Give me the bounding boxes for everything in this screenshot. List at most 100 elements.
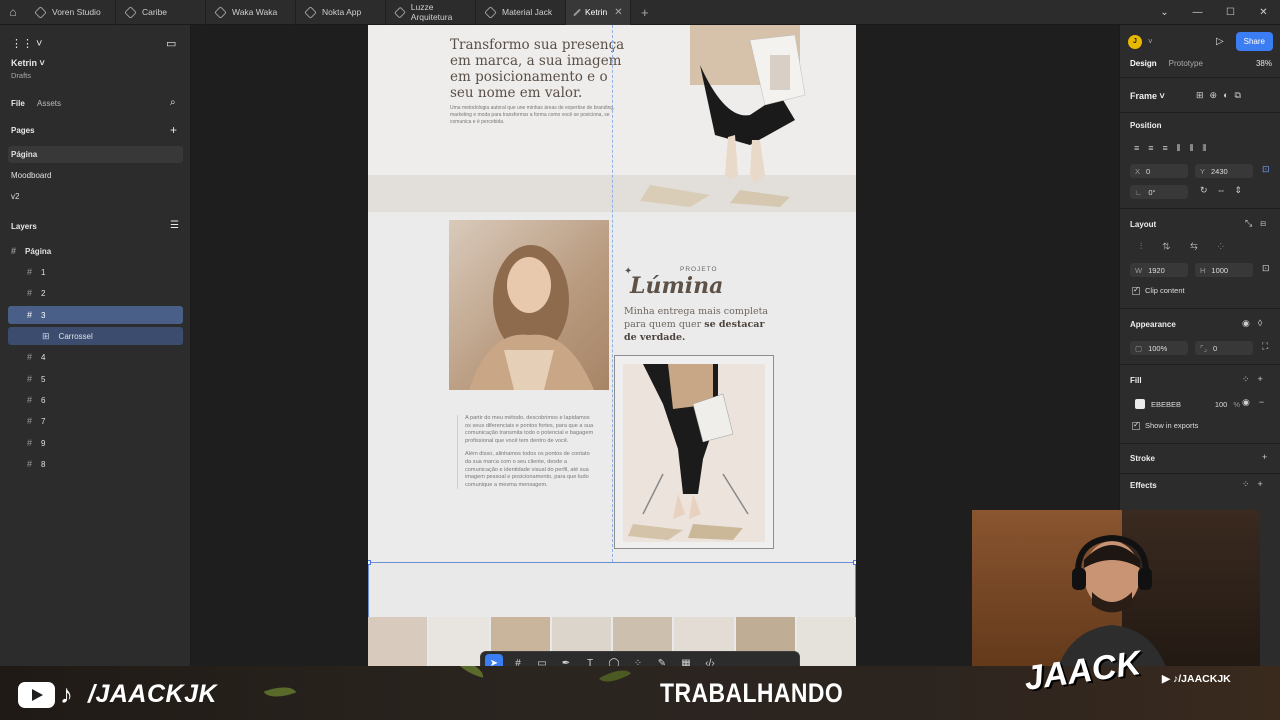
resize-icon[interactable]: ⊡	[1262, 263, 1270, 274]
checkbox-icon[interactable]	[1132, 285, 1140, 296]
minimize-icon[interactable]: —	[1181, 7, 1214, 18]
width-field[interactable]: W 1920	[1130, 263, 1188, 277]
layer-item[interactable]: #5	[8, 370, 183, 388]
height-field[interactable]: H 1000	[1195, 263, 1253, 277]
x-field[interactable]: X0	[1130, 164, 1188, 178]
zoom-level[interactable]: 38%	[1256, 59, 1272, 68]
resize-handle[interactable]	[368, 560, 371, 565]
hero-title[interactable]: Transformo sua presença em marca, a sua …	[450, 37, 625, 101]
y-field[interactable]: Y 2430	[1195, 164, 1253, 178]
layer-root[interactable]: # Página	[8, 242, 183, 260]
share-button[interactable]: Share	[1235, 32, 1273, 51]
tab-luzze-arquitetura[interactable]: Luzze Arquitetura	[386, 0, 476, 25]
fill-opacity[interactable]: 100	[1215, 400, 1228, 409]
present-icon[interactable]: ▷	[1216, 36, 1224, 47]
chevron-down-icon[interactable]: ⌄	[1148, 7, 1181, 18]
layout-icons[interactable]: ⤡⊟	[1245, 218, 1274, 229]
align-icons[interactable]: ≡≡≡⫴⫴⫴	[1134, 143, 1215, 154]
tab-file[interactable]: File	[11, 99, 25, 108]
project-label[interactable]: PROJETO	[680, 266, 718, 273]
design-frame[interactable]: Transformo sua presença em marca, a sua …	[368, 25, 856, 666]
tab-label: Ketrin	[585, 7, 608, 17]
layer-item[interactable]: #1	[8, 263, 183, 281]
hero-photo[interactable]	[630, 25, 820, 212]
tab-material-jack[interactable]: Material Jack	[476, 0, 566, 25]
layers-list-icon[interactable]: ☰	[170, 220, 179, 231]
maximize-icon[interactable]: ☐	[1214, 7, 1247, 18]
rotation-field[interactable]: ∟ 0°	[1130, 185, 1188, 199]
layer-label: 6	[41, 395, 46, 405]
tab-ketrin[interactable]: Ketrin ✕	[566, 0, 631, 25]
layer-item[interactable]: #7	[8, 412, 183, 430]
tab-voren-studio[interactable]: Voren Studio	[26, 0, 116, 25]
layer-item[interactable]: #4	[8, 348, 183, 366]
figma-menu-icon[interactable]: ⋮⋮ ˅	[11, 37, 42, 50]
fill-swatch[interactable]	[1135, 399, 1145, 409]
search-icon[interactable]: ⌕	[170, 97, 176, 108]
frame-icon: #	[27, 395, 33, 405]
layer-item[interactable]: #6	[8, 391, 183, 409]
flip-icons[interactable]: ↻⇔⇕	[1200, 185, 1251, 196]
frame-type[interactable]: Frame ˅	[1130, 91, 1165, 101]
toggle-sidebar-icon[interactable]: ▭	[166, 37, 176, 50]
project-title[interactable]: Lúmina	[630, 273, 723, 299]
page-item-moodboard[interactable]: Moodboard	[8, 167, 183, 184]
show-in-exports-checkbox[interactable]: Show in exports	[1132, 420, 1198, 431]
visibility-icons[interactable]: ◉◊	[1242, 318, 1270, 329]
tab-nokta-app[interactable]: Nokta App	[296, 0, 386, 25]
tab-design[interactable]: Design	[1130, 59, 1157, 68]
page-item-v2[interactable]: v2	[8, 188, 183, 205]
page-item-pagina[interactable]: Página	[8, 146, 183, 163]
file-icon	[214, 5, 227, 19]
status-text: TRABALHANDO	[660, 678, 844, 708]
layer-item[interactable]: #9	[8, 434, 183, 452]
layer-item-selected[interactable]: #3	[8, 306, 183, 324]
new-tab-icon[interactable]: +	[631, 5, 659, 20]
constraints-icon[interactable]: ⊡	[1262, 164, 1270, 175]
layer-item[interactable]: #2	[8, 284, 183, 302]
fill-actions-icons[interactable]: ⁘+	[1242, 374, 1271, 385]
close-window-icon[interactable]: ✕	[1247, 7, 1280, 18]
effects-icons[interactable]: ⁘+	[1242, 479, 1271, 490]
chevron-down-icon[interactable]: ˅	[1148, 37, 1153, 46]
auto-layout-icons[interactable]: ⫶⇅⇆⁘	[1140, 241, 1244, 252]
tab-label: Voren Studio	[52, 7, 101, 17]
corner-icon[interactable]: ⛶	[1262, 341, 1268, 352]
carousel-thumb[interactable]	[368, 617, 428, 666]
avatar[interactable]: J	[1128, 34, 1142, 49]
close-tab-icon[interactable]: ✕	[614, 7, 622, 18]
tab-caribe[interactable]: Caribe	[116, 0, 206, 25]
right-panel-header: J ˅ ▷ Share	[1120, 25, 1280, 58]
hero-section[interactable]: Transformo sua presença em marca, a sua …	[368, 25, 856, 562]
standing-photo[interactable]	[623, 364, 765, 542]
fill-row[interactable]: EBEBEB 100 %	[1130, 397, 1240, 411]
checkbox-icon[interactable]	[1132, 420, 1140, 431]
home-icon[interactable]: ⌂	[0, 0, 26, 25]
radius-field[interactable]: ⌜⌟ 0	[1195, 341, 1253, 355]
hero-subtitle[interactable]: Uma metodologia autoral que une minhas á…	[450, 105, 620, 126]
tab-prototype[interactable]: Prototype	[1169, 59, 1203, 68]
body-text[interactable]: A partir do meu método, descobrimos e la…	[457, 415, 597, 490]
window-controls: ⌄ — ☐ ✕	[1148, 7, 1280, 18]
project-subtitle[interactable]: Minha entrega mais completa para quem qu…	[624, 305, 774, 344]
tab-waka-waka[interactable]: Waka Waka	[206, 0, 296, 25]
leaf-decoration	[453, 666, 487, 678]
add-stroke-icon[interactable]: +	[1262, 452, 1267, 462]
tiktok-icon: ♪	[60, 679, 73, 709]
portrait-photo[interactable]	[449, 220, 609, 390]
frame-icon: #	[27, 438, 33, 448]
carousel-thumb[interactable]	[796, 617, 856, 666]
fill-visibility-icons[interactable]: ◉−	[1242, 397, 1273, 408]
resize-handle[interactable]	[853, 560, 856, 565]
project-name[interactable]: Ketrin ˅	[11, 58, 45, 68]
add-page-icon[interactable]: +	[170, 123, 177, 137]
layer-label: 2	[41, 288, 46, 298]
file-icon	[34, 5, 47, 19]
fill-hex[interactable]: EBEBEB	[1151, 400, 1181, 409]
layer-item[interactable]: #8	[8, 455, 183, 473]
tab-assets[interactable]: Assets	[37, 99, 61, 108]
clip-content-checkbox[interactable]: Clip content	[1132, 285, 1185, 296]
frame-tools-icons[interactable]: ⊞⊕◐⧉	[1196, 90, 1247, 101]
layer-item-carrossel[interactable]: ⊞ Carrossel	[8, 327, 183, 345]
opacity-field[interactable]: ▢ 100%	[1130, 341, 1188, 355]
